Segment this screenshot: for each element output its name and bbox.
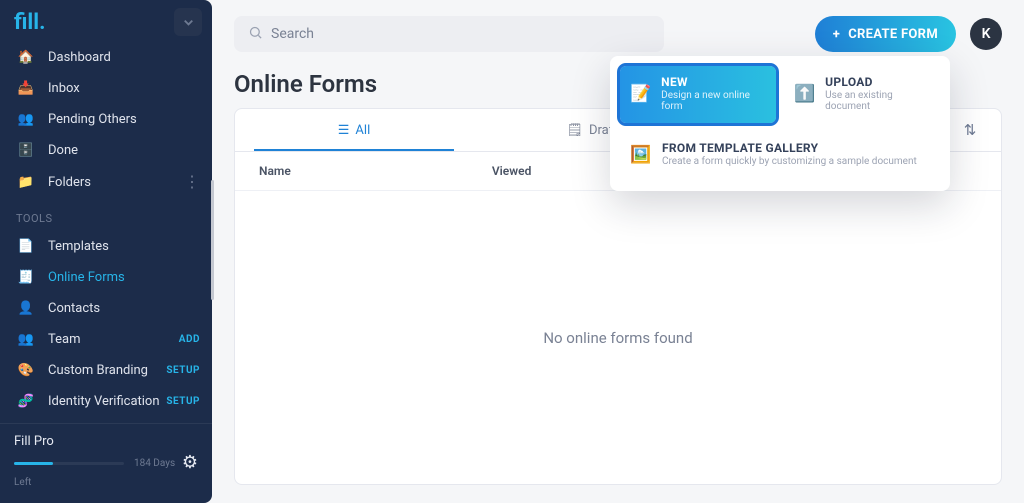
sidebar-item-team[interactable]: 👥 Team ADD [0,324,212,355]
create-option-sub: Use an existing document [825,90,930,113]
sidebar-item-label: Inbox [48,81,80,96]
gallery-icon: 🖼️ [630,145,652,165]
create-option-template[interactable]: 🖼️ FROM TEMPLATE GALLERY Create a form q… [620,129,940,181]
create-option-sub: Design a new online form [661,90,766,113]
create-option-title: NEW [661,76,766,90]
sidebar-item-templates[interactable]: 📄 Templates [0,231,212,262]
topbar: Search + CREATE FORM K [234,16,1002,52]
team-icon: 👥 [16,332,36,347]
sidebar-item-label: Pending Others [48,112,137,127]
sidebar-item-contacts[interactable]: 👤 Contacts [0,293,212,324]
create-option-title: FROM TEMPLATE GALLERY [662,142,917,156]
workspace-switcher[interactable] [174,8,202,36]
draft-icon: 🗒 [566,123,583,138]
sidebar-item-label: Team [48,332,81,347]
home-icon: 🏠 [16,50,36,65]
sidebar-section-tools: TOOLS [0,198,212,231]
search-placeholder: Search [271,26,314,42]
column-name[interactable]: Name [259,164,445,178]
create-option-new[interactable]: 📝 NEW Design a new online form [620,66,776,123]
create-form-menu: 📝 NEW Design a new online form ⬆️ UPLOAD… [610,56,950,191]
chevron-down-icon [181,15,196,30]
list-icon: ☰ [338,123,350,138]
sidebar-item-label: Online Forms [48,270,125,285]
sidebar: fill. 🏠 Dashboard 📥 Inbox 👥 Pending Othe… [0,0,212,503]
sidebar-item-label: Done [48,143,78,158]
main-content: Search + CREATE FORM K Online Forms ☰ Al… [212,0,1024,503]
search-input[interactable]: Search [234,16,664,52]
sidebar-item-folders[interactable]: 📁 Folders ⋮ [0,166,212,198]
people-icon: 👥 [16,112,36,127]
sidebar-item-dashboard[interactable]: 🏠 Dashboard [0,42,212,73]
sidebar-item-label: Identity Verification [48,394,160,409]
plan-name: Fill Pro [14,434,182,449]
create-form-label: CREATE FORM [848,27,938,42]
settings-button[interactable]: ⚙ [182,452,198,473]
tab-label: All [355,123,370,138]
sort-icon: ⇅ [964,121,977,139]
sidebar-footer: Fill Pro 184 Days Left ⚙ [0,423,212,503]
more-icon[interactable]: ⋮ [184,174,200,190]
plus-icon: + [833,27,840,42]
create-form-button[interactable]: + CREATE FORM [815,16,956,52]
brand-logo: fill. [14,10,45,35]
upload-icon: ⬆️ [794,84,815,104]
new-form-icon: 📝 [630,84,651,104]
fingerprint-icon: 🧬 [16,394,36,409]
sidebar-item-pending-others[interactable]: 👥 Pending Others [0,104,212,135]
avatar-initial: K [982,26,991,42]
sidebar-item-label: Templates [48,239,109,254]
badge-setup: SETUP [166,396,200,407]
sidebar-item-custom-branding[interactable]: 🎨 Custom Branding SETUP [0,355,212,386]
sidebar-item-done[interactable]: 🗄️ Done [0,135,212,166]
sidebar-item-online-forms[interactable]: 🧾 Online Forms [0,262,212,293]
empty-state: No online forms found [235,191,1001,484]
sort-button[interactable]: ⇅ [949,109,991,151]
search-icon [248,25,263,44]
sidebar-item-label: Custom Branding [48,363,148,378]
inbox-icon: 📥 [16,81,36,96]
column-viewed[interactable]: Viewed [445,164,578,178]
create-option-upload[interactable]: ⬆️ UPLOAD Use an existing document [784,66,940,123]
create-option-sub: Create a form quickly by customizing a s… [662,156,917,168]
sidebar-item-inbox[interactable]: 📥 Inbox [0,73,212,104]
sidebar-item-label: Folders [48,175,91,190]
sidebar-item-label: Dashboard [48,50,111,65]
badge-setup: SETUP [166,365,200,376]
template-icon: 📄 [16,239,36,254]
sidebar-item-label: Contacts [48,301,100,316]
contact-icon: 👤 [16,301,36,316]
empty-text: No online forms found [543,329,692,347]
archive-icon: 🗄️ [16,143,36,158]
palette-icon: 🎨 [16,363,36,378]
sidebar-item-identity-verification[interactable]: 🧬 Identity Verification SETUP [0,386,212,417]
create-option-title: UPLOAD [825,76,930,90]
sidebar-item-integrations[interactable]: 🔗 Integrations & API [0,417,212,423]
folder-icon: 📁 [16,175,36,190]
tab-all[interactable]: ☰ All [235,111,473,150]
plan-progress-bar [14,462,124,465]
badge-add: ADD [179,334,200,345]
avatar[interactable]: K [970,18,1002,50]
form-icon: 🧾 [16,270,36,285]
brand-row: fill. [0,0,212,42]
